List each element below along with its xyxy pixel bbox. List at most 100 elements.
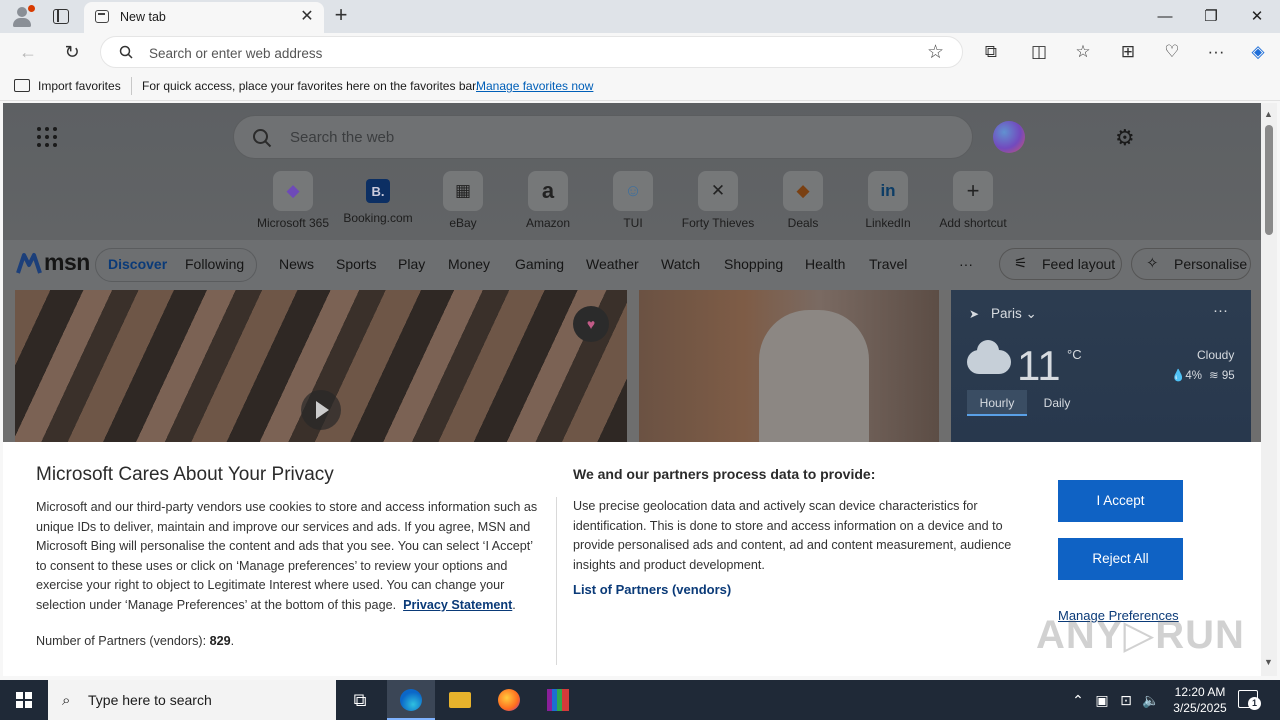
minimize-button[interactable]: — [1142,0,1188,33]
refresh-button[interactable]: ↻ [58,38,86,66]
firefox-icon[interactable] [485,680,533,720]
nav-more-icon[interactable]: ··· [959,256,973,272]
app-launcher-icon[interactable] [37,127,57,147]
favorites-bar: Import favorites For quick access, place… [0,71,1280,101]
tab-actions-icon[interactable] [50,6,70,26]
partner-count: Number of Partners (vendors): 829. [36,634,235,648]
notification-icon[interactable]: 1 [1238,690,1261,710]
scrollbar-thumb[interactable] [1265,125,1273,235]
window-close-button[interactable]: ✕ [1234,0,1280,33]
gear-icon[interactable]: ⚙ [1115,125,1135,151]
shortcut-amazon[interactable]: a Amazon [505,171,591,230]
nav-play[interactable]: Play [398,256,425,272]
scroll-down-icon[interactable]: ▼ [1264,657,1273,667]
nav-sports[interactable]: Sports [336,256,376,272]
weather-card[interactable]: ➤ Paris ⌄ ··· 11 °C Cloudy 💧4% ≋ 95 Hour… [951,290,1251,442]
file-explorer-icon[interactable] [436,680,484,720]
shortcut-tui[interactable]: ☺ TUI [590,171,676,230]
shortcut-ebay[interactable]: ▦ eBay [420,171,506,230]
accept-button[interactable]: I Accept [1058,480,1183,522]
web-search-placeholder: Search the web [290,129,395,146]
nav-health[interactable]: Health [805,256,845,272]
cloudy-icon [967,340,1011,374]
reject-all-button[interactable]: Reject All [1058,538,1183,580]
browser-essentials-icon[interactable]: ♡ [1159,39,1185,65]
scroll-up-icon[interactable]: ▲ [1264,109,1273,119]
browser-title-bar: New tab ✕ + — ❐ ✕ [0,0,1280,33]
nav-gaming[interactable]: Gaming [515,256,564,272]
tab-daily[interactable]: Daily [1027,390,1087,416]
new-tab-page-icon [95,10,109,23]
copilot-logo-icon[interactable] [993,121,1025,153]
tui-icon: ☺ [613,171,653,211]
shortcut-add[interactable]: + Add shortcut [930,171,1016,230]
nav-shopping[interactable]: Shopping [724,256,783,272]
play-icon[interactable] [301,390,341,430]
profile-avatar-icon[interactable] [8,3,36,29]
restore-button[interactable]: ❐ [1188,0,1234,33]
shortcut-forty-thieves[interactable]: ✕ Forty Thieves [675,171,761,230]
close-tab-icon[interactable]: ✕ [298,8,316,26]
shortcut-label: Amazon [525,216,571,230]
edge-taskbar-icon[interactable] [387,680,435,720]
tab-hourly[interactable]: Hourly [967,390,1027,416]
task-view-icon[interactable]: ⧉ [336,680,384,720]
aqi-value: 95 [1221,370,1235,382]
tab-discover[interactable]: Discover [108,256,167,272]
list-of-partners-link[interactable]: List of Partners (vendors) [573,582,731,597]
winrar-icon[interactable] [534,680,582,720]
hero-video-card[interactable]: ♥ [15,290,627,442]
nav-money[interactable]: Money [448,256,490,272]
personalise-button[interactable]: ✧ Personalise [1131,248,1251,280]
extensions-icon[interactable]: ⧉ [978,39,1004,65]
weather-more-icon[interactable]: ··· [1213,302,1228,319]
manage-favorites-link[interactable]: Manage favorites now [476,79,593,93]
tab-title: New tab [120,10,166,24]
back-button[interactable]: ← [14,38,42,66]
shortcut-booking[interactable]: B. Booking.com [335,171,421,225]
volume-icon[interactable]: 🔈 [1140,680,1162,720]
import-favorites-icon[interactable] [14,79,30,92]
partner-count-value: 829 [209,634,231,648]
chevron-up-icon[interactable]: ⌃ [1068,680,1088,720]
nav-news[interactable]: News [279,256,314,272]
network-icon[interactable]: ⊡ [1116,680,1136,720]
taskbar-clock[interactable]: 12:20 AM 3/25/2025 [1168,684,1232,716]
new-tab-button[interactable]: + [330,4,352,26]
msn-nav-bar: msn Discover Following News Sports Play … [3,240,1261,290]
news-image-card[interactable] [639,290,939,442]
location-arrow-icon: ➤ [969,307,980,321]
heart-icon[interactable]: ♥ [573,306,609,342]
msn-logo[interactable]: msn [16,249,90,277]
address-input[interactable] [149,42,909,64]
nav-travel[interactable]: Travel [869,256,907,272]
weather-location[interactable]: Paris ⌄ [991,306,1037,322]
split-screen-icon[interactable]: ◫ [1026,39,1052,65]
feed-layout-button[interactable]: ⚟ Feed layout [999,248,1122,280]
device-icon[interactable]: ▣ [1092,680,1112,720]
clock-date: 3/25/2025 [1173,701,1227,715]
plus-icon: + [953,171,993,211]
taskbar-search-box[interactable]: ⌕ Type here to search [48,680,336,720]
tab-new-tab[interactable]: New tab ✕ [84,2,324,33]
privacy-statement-link[interactable]: Privacy Statement [403,598,512,612]
favorites-icon[interactable]: ☆ [1070,39,1096,65]
page-scrollbar[interactable]: ▲ ▼ [1261,103,1277,676]
start-button[interactable] [0,680,48,720]
more-menu-icon[interactable]: ··· [1203,39,1229,65]
search-icon [253,129,272,148]
copilot-icon[interactable]: ◈ [1245,39,1271,65]
import-favorites-button[interactable]: Import favorites [38,79,121,93]
favorite-star-icon[interactable]: ☆ [927,41,944,64]
nav-weather[interactable]: Weather [586,256,639,272]
nav-watch[interactable]: Watch [661,256,700,272]
linkedin-icon: in [868,171,908,211]
shortcut-deals[interactable]: ◆ Deals [760,171,846,230]
shortcut-microsoft-365[interactable]: ◆ Microsoft 365 [250,171,336,230]
shortcut-linkedin[interactable]: in LinkedIn [845,171,931,230]
tab-following[interactable]: Following [185,256,244,272]
collections-icon[interactable]: ⊞ [1115,39,1141,65]
web-search-box[interactable]: Search the web [233,115,973,159]
forty-thieves-icon: ✕ [698,171,738,211]
address-bar[interactable]: ☆ [100,36,963,68]
